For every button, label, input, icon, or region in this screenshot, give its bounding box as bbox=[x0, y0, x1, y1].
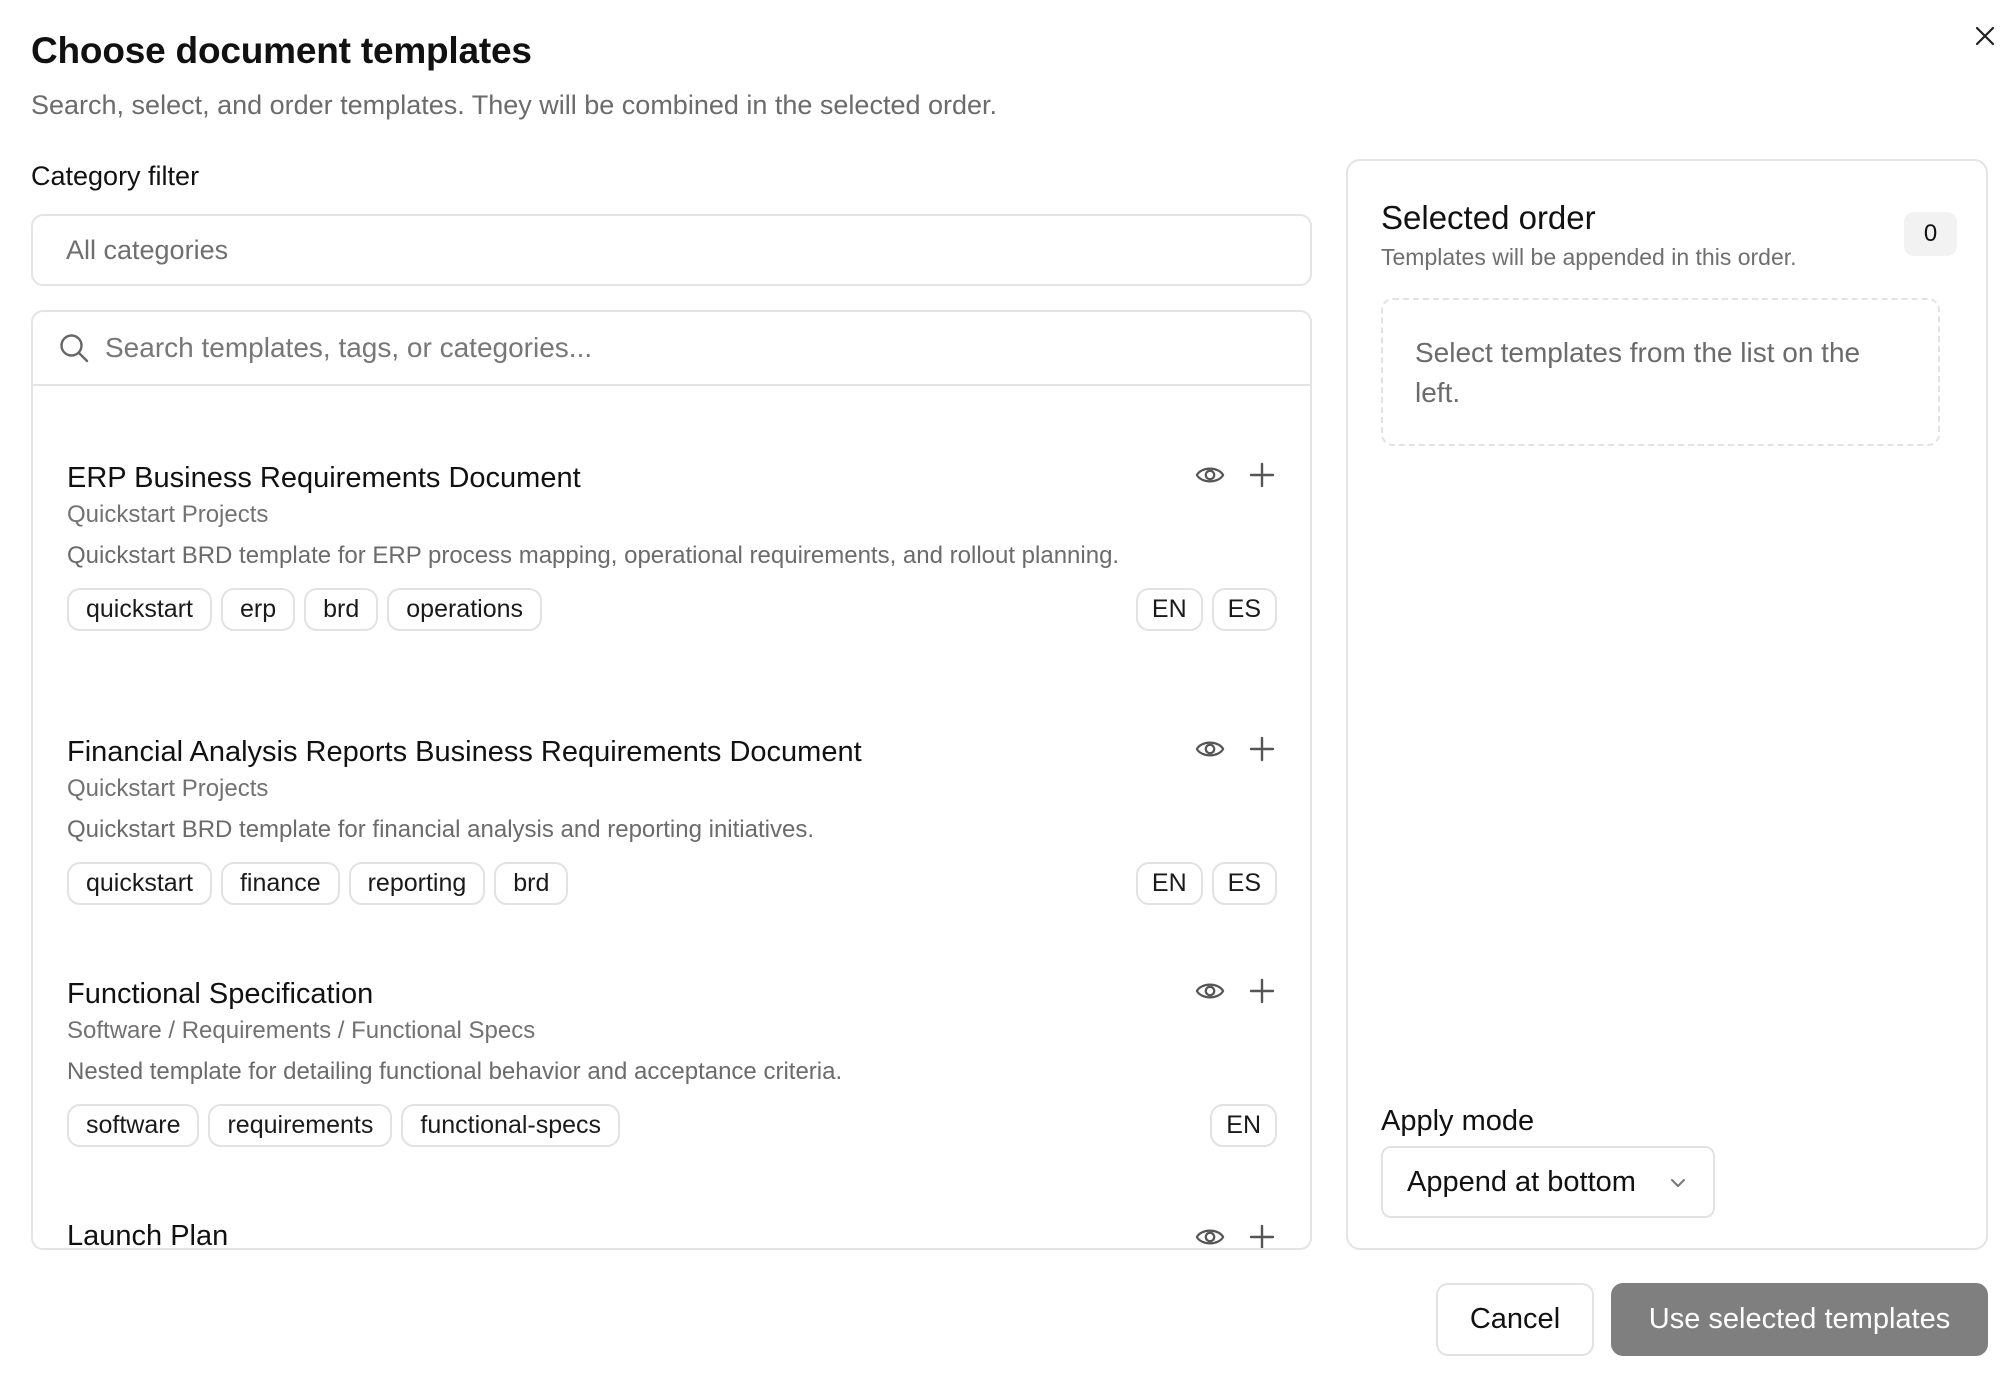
template-item[interactable]: Financial Analysis Reports Business Requ… bbox=[67, 734, 1277, 905]
use-selected-templates-button[interactable]: Use selected templates bbox=[1611, 1283, 1988, 1356]
eye-icon bbox=[1195, 1229, 1225, 1245]
template-category: Software / Requirements / Functional Spe… bbox=[67, 1017, 536, 1044]
dialog-title: Choose document templates bbox=[31, 30, 532, 71]
dialog-subtitle: Search, select, and order templates. The… bbox=[31, 90, 998, 120]
add-template-button[interactable] bbox=[1247, 976, 1277, 1006]
template-dialog: Choose document templates Search, select… bbox=[0, 0, 2014, 1386]
tag-chip: finance bbox=[220, 862, 340, 905]
template-category: Quickstart Projects bbox=[67, 501, 269, 528]
plus-icon bbox=[1249, 736, 1275, 762]
language-badge: EN bbox=[1210, 1104, 1277, 1147]
template-meta-row: quickstart erp brd operations EN ES bbox=[67, 588, 1277, 631]
tag-list: software requirements functional-specs bbox=[67, 1104, 621, 1147]
cancel-button[interactable]: Cancel bbox=[1436, 1283, 1594, 1356]
apply-mode-label: Apply mode bbox=[1381, 1105, 1535, 1137]
template-description: Nested template for detailing functional… bbox=[67, 1058, 843, 1085]
tag-chip: erp bbox=[220, 588, 296, 631]
template-item[interactable]: Launch Plan bbox=[67, 1218, 1277, 1250]
template-meta-row: software requirements functional-specs E… bbox=[67, 1104, 1277, 1147]
chevron-down-icon bbox=[1671, 1179, 1685, 1187]
selected-count-badge: 0 bbox=[1904, 212, 1957, 256]
plus-icon bbox=[1249, 978, 1275, 1004]
close-icon bbox=[1975, 26, 1995, 46]
tag-list: quickstart finance reporting brd bbox=[67, 862, 569, 905]
language-list: EN ES bbox=[1135, 862, 1277, 905]
search-input[interactable] bbox=[105, 332, 1255, 364]
template-title: Financial Analysis Reports Business Requ… bbox=[67, 736, 862, 768]
tag-chip: brd bbox=[494, 862, 569, 905]
apply-mode-value: Append at bottom bbox=[1407, 1165, 1636, 1198]
selected-order-empty-state: Select templates from the list on the le… bbox=[1381, 298, 1940, 446]
selected-order-subtitle: Templates will be appended in this order… bbox=[1381, 244, 1797, 270]
template-actions bbox=[1195, 1222, 1277, 1248]
selected-order-panel: Selected order Templates will be appende… bbox=[1346, 159, 1988, 1250]
tag-chip: software bbox=[67, 1104, 200, 1147]
preview-button[interactable] bbox=[1195, 1222, 1225, 1248]
tag-chip: quickstart bbox=[67, 862, 212, 905]
tag-chip: quickstart bbox=[67, 588, 212, 631]
template-description: Quickstart BRD template for financial an… bbox=[67, 816, 814, 843]
tag-chip: reporting bbox=[348, 862, 486, 905]
tag-chip: requirements bbox=[208, 1104, 393, 1147]
eye-icon bbox=[1195, 983, 1225, 999]
add-template-button[interactable] bbox=[1247, 460, 1277, 490]
preview-button[interactable] bbox=[1195, 976, 1225, 1006]
selected-order-title: Selected order bbox=[1381, 199, 1596, 236]
template-list-panel: ERP Business Requirements Document Quick… bbox=[31, 310, 1312, 1250]
tag-chip: functional-specs bbox=[401, 1104, 621, 1147]
language-badge: EN bbox=[1135, 588, 1203, 631]
eye-icon bbox=[1195, 741, 1225, 757]
template-actions bbox=[1195, 460, 1277, 490]
template-actions bbox=[1195, 976, 1277, 1006]
category-filter-label: Category filter bbox=[31, 161, 200, 191]
close-button[interactable] bbox=[1963, 14, 2007, 58]
template-item[interactable]: ERP Business Requirements Document Quick… bbox=[67, 460, 1277, 631]
eye-icon bbox=[1195, 467, 1225, 483]
preview-button[interactable] bbox=[1195, 734, 1225, 764]
plus-icon bbox=[1249, 1224, 1275, 1248]
search-icon bbox=[57, 331, 91, 365]
template-actions bbox=[1195, 734, 1277, 764]
search-bar bbox=[33, 312, 1310, 386]
language-badge: EN bbox=[1135, 862, 1203, 905]
preview-button[interactable] bbox=[1195, 460, 1225, 490]
add-template-button[interactable] bbox=[1247, 1222, 1277, 1248]
template-title: ERP Business Requirements Document bbox=[67, 462, 581, 494]
language-badge: ES bbox=[1211, 862, 1277, 905]
plus-icon bbox=[1249, 462, 1275, 488]
tag-chip: operations bbox=[387, 588, 543, 631]
language-list: EN bbox=[1210, 1104, 1277, 1147]
tag-list: quickstart erp brd operations bbox=[67, 588, 543, 631]
template-title: Launch Plan bbox=[67, 1220, 229, 1250]
category-filter-select[interactable]: All categories bbox=[31, 214, 1312, 286]
template-title: Functional Specification bbox=[67, 978, 374, 1010]
language-badge: ES bbox=[1211, 588, 1277, 631]
tag-chip: brd bbox=[304, 588, 379, 631]
template-category: Quickstart Projects bbox=[67, 775, 269, 802]
apply-mode-select[interactable]: Append at bottom bbox=[1381, 1146, 1715, 1218]
add-template-button[interactable] bbox=[1247, 734, 1277, 764]
template-description: Quickstart BRD template for ERP process … bbox=[67, 542, 1120, 569]
language-list: EN ES bbox=[1135, 588, 1277, 631]
template-item[interactable]: Functional Specification Software / Requ… bbox=[67, 976, 1277, 1147]
template-meta-row: quickstart finance reporting brd EN ES bbox=[67, 862, 1277, 905]
